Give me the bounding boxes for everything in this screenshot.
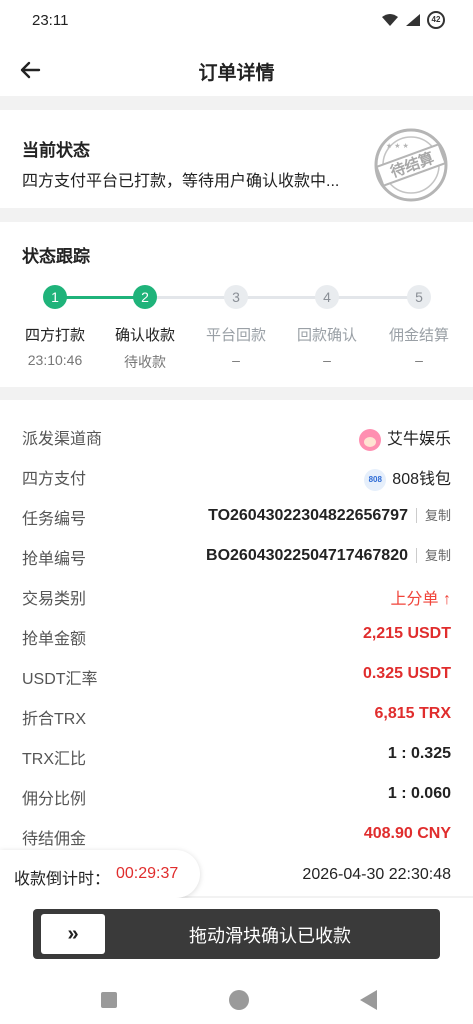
detail-label: 四方支付 bbox=[22, 471, 87, 488]
detail-value: 808 808钱包 bbox=[364, 465, 451, 491]
detail-value: BO26043022504717467820 复制 bbox=[206, 545, 451, 565]
step-dot-5: 5 bbox=[407, 285, 431, 309]
detail-value: 1 : 0.325 bbox=[387, 745, 451, 762]
wallet-name: 808钱包 bbox=[392, 471, 451, 488]
step-sub-5: – bbox=[415, 352, 423, 368]
detail-label: 待结佣金 bbox=[22, 831, 87, 848]
detail-row-trx-ratio: TRX汇比 1 : 0.325 bbox=[0, 735, 473, 775]
channel-avatar bbox=[358, 428, 381, 451]
detail-row-payment: 四方支付 808 808钱包 bbox=[0, 455, 473, 495]
channel-name: 艾牛娱乐 bbox=[386, 431, 451, 448]
detail-label: 折合TRX bbox=[22, 711, 87, 728]
detail-row-trx: 折合TRX 6,815 TRX bbox=[0, 695, 473, 735]
detail-label: TRX汇比 bbox=[22, 751, 87, 768]
status-time: 23:11 bbox=[32, 12, 69, 29]
back-nav-icon[interactable] bbox=[360, 990, 377, 1010]
svg-text:★ ★ ★: ★ ★ ★ bbox=[386, 142, 409, 150]
detail-row-channel: 派发渠道商 艾牛娱乐 bbox=[0, 415, 473, 455]
order-details-card: 派发渠道商 艾牛娱乐 四方支付 808 808钱包 任务编号 TO26043022… bbox=[0, 400, 473, 896]
task-id: TO26043022304822656797 bbox=[208, 507, 408, 524]
detail-label: 交易类别 bbox=[22, 591, 87, 608]
grab-id: BO26043022504717467820 bbox=[206, 547, 408, 564]
detail-row-grab-id: 抢单编号 BO26043022504717467820 复制 bbox=[0, 535, 473, 575]
step-dot-1: 1 bbox=[43, 285, 67, 309]
detail-label: 抢单编号 bbox=[22, 551, 87, 568]
step-dot-3: 3 bbox=[224, 285, 248, 309]
detail-value: TO26043022304822656797 复制 bbox=[208, 505, 451, 525]
detail-value: 408.90 CNY bbox=[363, 825, 451, 842]
detail-value: 6,815 TRX bbox=[374, 705, 451, 722]
current-status-heading: 当前状态 bbox=[22, 141, 90, 160]
step-dot-2: 2 bbox=[133, 285, 157, 309]
payment-countdown: 收款倒计时： 00:29:37 bbox=[0, 850, 200, 898]
detail-label: 任务编号 bbox=[22, 511, 87, 528]
detail-value: 0.325 USDT bbox=[362, 665, 451, 682]
step-dot-4: 4 bbox=[315, 285, 339, 309]
tracking-heading: 状态跟踪 bbox=[22, 247, 90, 266]
copy-grab-id-button[interactable]: 复制 bbox=[415, 548, 451, 563]
battery-icon: 42 bbox=[427, 11, 445, 29]
detail-value: 1 : 0.060 bbox=[387, 785, 451, 802]
detail-value: 上分单 ↑ bbox=[390, 591, 451, 608]
step-label-3: 平台回款 bbox=[205, 327, 266, 344]
countdown-value: 00:29:37 bbox=[116, 865, 179, 882]
slider-knob-icon[interactable]: » bbox=[41, 914, 105, 954]
detail-label: 佣分比例 bbox=[22, 791, 87, 808]
copy-task-id-button[interactable]: 复制 bbox=[415, 508, 451, 523]
detail-row-usdt-rate: USDT汇率 0.325 USDT bbox=[0, 655, 473, 695]
status-bar: 23:11 42 bbox=[0, 0, 473, 44]
page-title: 订单详情 bbox=[198, 63, 275, 84]
home-icon[interactable] bbox=[229, 990, 249, 1010]
progress-line-pending bbox=[145, 296, 420, 299]
detail-label: 派发渠道商 bbox=[22, 431, 103, 448]
step-label-5: 佣金结算 bbox=[388, 327, 449, 344]
detail-value: 艾牛娱乐 bbox=[358, 425, 451, 451]
step-label-2: 确认收款 bbox=[114, 327, 175, 344]
signal-icon bbox=[406, 14, 420, 26]
detail-row-commission-ratio: 佣分比例 1 : 0.060 bbox=[0, 775, 473, 815]
detail-label: USDT汇率 bbox=[22, 671, 98, 688]
wifi-icon bbox=[382, 14, 398, 26]
detail-value: 2,215 USDT bbox=[362, 625, 451, 642]
step-sub-3: – bbox=[232, 352, 240, 368]
step-label-4: 回款确认 bbox=[296, 327, 357, 344]
wallet-logo-icon: 808 bbox=[364, 468, 387, 491]
detail-row-task-id: 任务编号 TO26043022304822656797 复制 bbox=[0, 495, 473, 535]
slider-text: 拖动滑块确认已收款 bbox=[189, 926, 351, 946]
step-sub-2: 待收款 bbox=[124, 354, 166, 370]
detail-row-amount: 抢单金额 2,215 USDT bbox=[0, 615, 473, 655]
detail-row-pending-commission: 待结佣金 408.90 CNY bbox=[0, 815, 473, 855]
current-status-text: 四方支付平台已打款，等待用户确认收款中... bbox=[22, 173, 340, 190]
detail-label: 抢单金额 bbox=[22, 631, 87, 648]
recent-apps-icon[interactable] bbox=[101, 992, 117, 1008]
step-label-1: 四方打款 bbox=[24, 327, 85, 344]
step-sub-4: – bbox=[323, 352, 331, 368]
app-bar: 订单详情 bbox=[0, 44, 473, 96]
detail-row-type: 交易类别 上分单 ↑ bbox=[0, 575, 473, 615]
progress-line-done bbox=[55, 296, 145, 299]
countdown-label: 收款倒计时： bbox=[14, 871, 111, 888]
order-datetime: 2026-04-30 22:30:48 bbox=[302, 866, 451, 883]
status-icons: 42 bbox=[381, 11, 445, 29]
step-sub-1: 23:10:46 bbox=[27, 352, 83, 368]
